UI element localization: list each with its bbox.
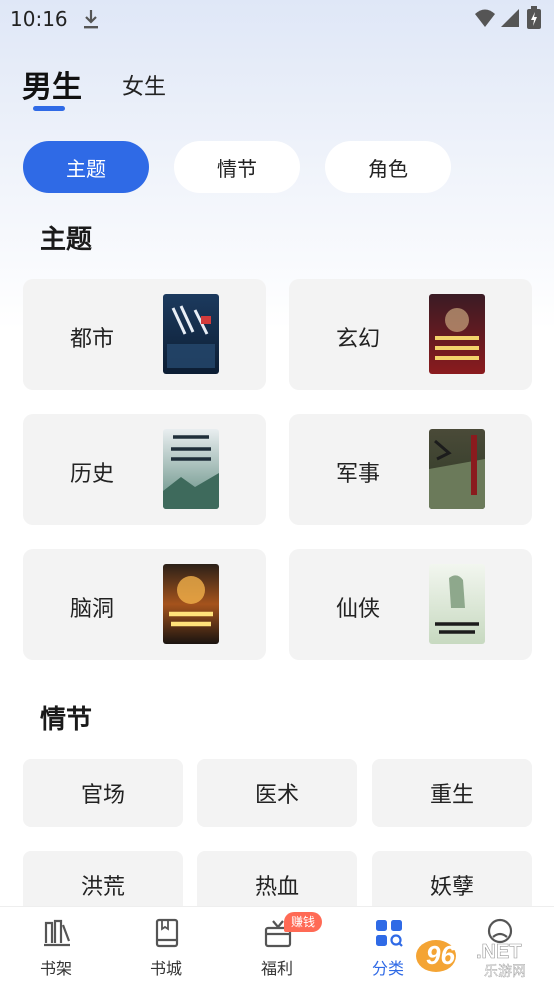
wifi-icon [474,8,496,28]
nav-label: 福利 [260,959,293,978]
plot-section-title: 情节 [40,705,93,735]
book-cover-image [163,564,219,644]
book-cover-image [163,429,219,509]
theme-card-fantasy[interactable]: 玄幻 [289,279,532,390]
battery-charging-icon [526,6,542,30]
svg-text:乐游网: 乐游网 [484,964,526,980]
plot-tag-rebirth[interactable]: 重生 [372,759,532,827]
status-time: 10:16 [10,7,68,31]
signal-icon [500,8,520,28]
theme-card-label: 军事 [336,462,381,487]
book-cover-image [429,429,485,509]
category-icon [374,917,404,949]
book-cover-image [429,294,485,374]
book-cover-image [429,564,485,644]
theme-card-urban[interactable]: 都市 [23,279,266,390]
theme-card-brainhole[interactable]: 脑洞 [23,549,266,660]
nav-label: 书城 [149,959,182,978]
theme-section-title: 主题 [40,225,93,255]
theme-card-military[interactable]: 军事 [289,414,532,525]
bookshelf-icon [42,917,72,949]
theme-card-label: 玄幻 [336,327,381,352]
theme-card-label: 历史 [70,462,115,487]
plot-tag-officialdom[interactable]: 官场 [23,759,183,827]
svg-text:.NET: .NET [476,941,522,963]
book-icon [152,917,182,949]
theme-card-history[interactable]: 历史 [23,414,266,525]
nav-bookshelf[interactable]: 书架 [16,907,96,984]
theme-card-xianxia[interactable]: 仙侠 [289,549,532,660]
theme-card-label: 脑洞 [70,597,115,622]
svg-text:962: 962 [426,940,470,970]
tab-male[interactable]: 男生 [22,62,82,106]
active-tab-indicator [33,106,65,111]
book-cover-image [163,294,219,374]
filter-role-button[interactable]: 角色 [325,141,451,193]
filter-theme-button[interactable]: 主题 [23,141,149,193]
status-bar: 10:16 [0,0,554,40]
site-watermark: 962 .NET 乐游网 [412,930,552,982]
theme-card-label: 仙侠 [336,597,381,622]
filter-plot-button[interactable]: 情节 [174,141,300,193]
earn-badge: 赚钱 [284,912,323,932]
nav-label: 书架 [39,959,72,978]
plot-tag-medicine[interactable]: 医术 [197,759,357,827]
nav-bookstore[interactable]: 书城 [126,907,206,984]
theme-card-label: 都市 [70,327,115,352]
tab-female[interactable]: 女生 [122,69,166,101]
download-icon [82,8,100,30]
